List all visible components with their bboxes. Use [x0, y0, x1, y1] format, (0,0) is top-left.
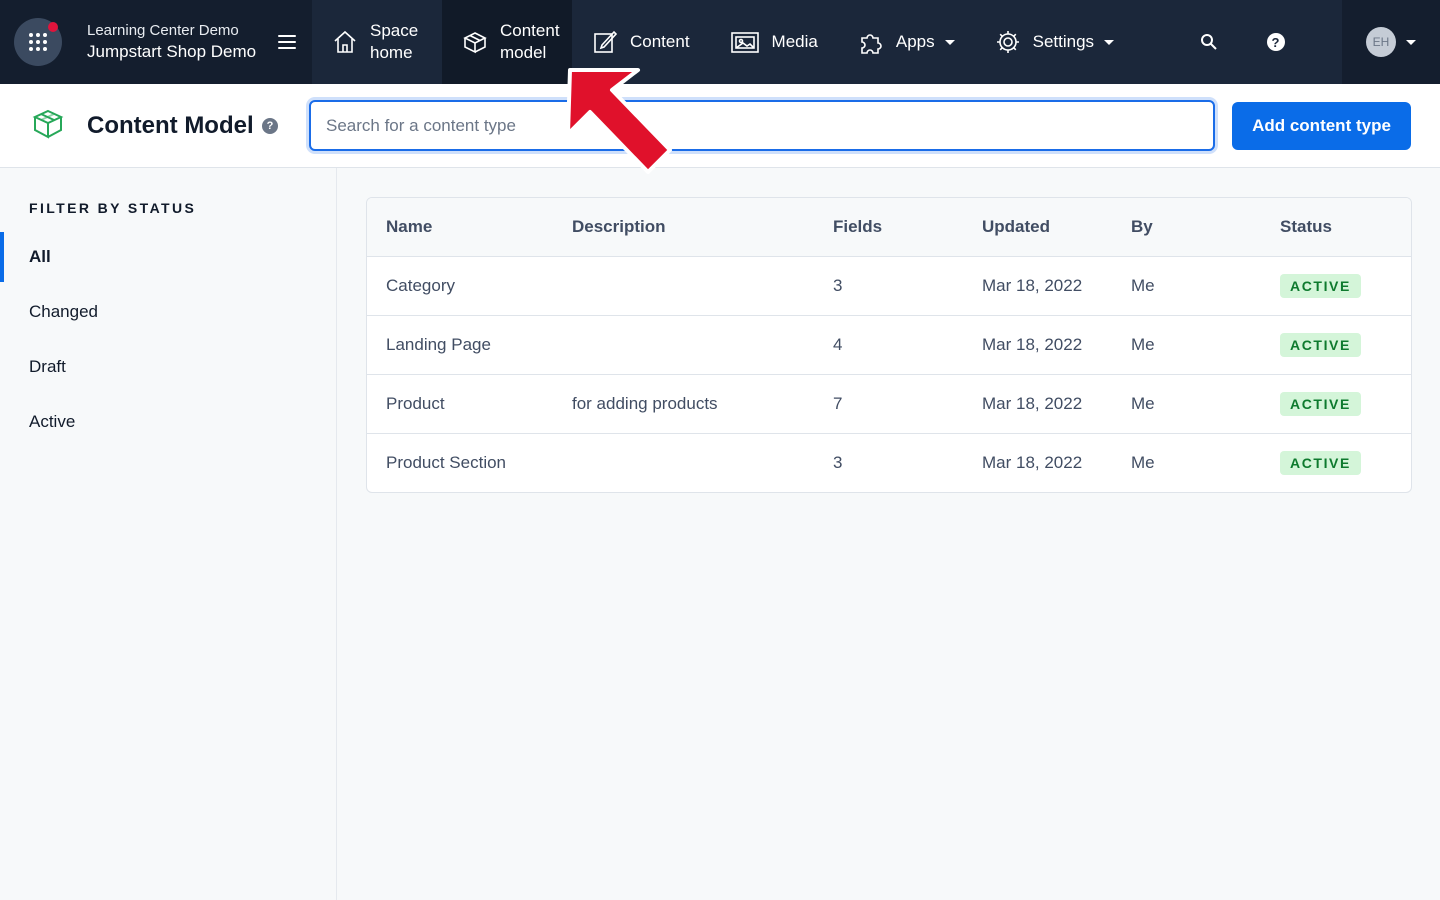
- table-row[interactable]: Product for adding products 7 Mar 18, 20…: [367, 374, 1411, 434]
- cell-fields: 7: [814, 374, 963, 434]
- nav-media[interactable]: Media: [710, 0, 838, 84]
- filter-active[interactable]: Active: [0, 397, 336, 447]
- space-info: Learning Center Demo Jumpstart Shop Demo: [87, 21, 256, 63]
- column-header-fields: Fields: [814, 198, 963, 257]
- help-icon[interactable]: ?: [262, 118, 278, 134]
- filter-draft[interactable]: Draft: [0, 342, 336, 392]
- status-badge: ACTIVE: [1280, 450, 1361, 475]
- space-name: Jumpstart Shop Demo: [87, 42, 257, 61]
- table-row[interactable]: Product Section 3 Mar 18, 2022 Me ACTIVE: [367, 433, 1411, 492]
- annotation-arrow-icon: [566, 68, 672, 174]
- cell-fields: 3: [833, 452, 843, 472]
- chevron-down-icon: [1104, 39, 1115, 45]
- cell-name: Product: [367, 374, 553, 434]
- cell-name: Category: [367, 256, 553, 316]
- cell-updated: Mar 18, 2022: [963, 256, 1112, 316]
- column-header-by: By: [1112, 198, 1261, 257]
- column-header-description: Description: [553, 198, 814, 257]
- table-row[interactable]: Category 3 Mar 18, 2022 Me ACTIVE: [367, 256, 1411, 316]
- cell-updated: Mar 18, 2022: [963, 374, 1112, 434]
- search-button[interactable]: [1175, 0, 1242, 84]
- cell-description: [553, 315, 814, 375]
- cell-by: Me: [1131, 452, 1155, 472]
- status-badge: ACTIVE: [1280, 332, 1361, 357]
- help-button[interactable]: ?: [1242, 0, 1309, 84]
- column-header-name[interactable]: Name: [367, 198, 553, 257]
- nav-apps-label: Apps: [895, 32, 935, 51]
- search-input[interactable]: [309, 100, 1215, 151]
- app-launcher-button[interactable]: [14, 18, 62, 66]
- cell-updated: Mar 18, 2022: [982, 452, 1083, 472]
- cell-name: Landing Page: [367, 315, 553, 375]
- nav-settings[interactable]: Settings: [975, 0, 1134, 84]
- status-badge: ACTIVE: [1280, 273, 1361, 298]
- table-row[interactable]: Landing Page 4 Mar 18, 2022 Me ACTIVE: [367, 315, 1411, 375]
- cell-by: Me: [1112, 374, 1261, 434]
- table-header-row: Name Description Fields Updated By Statu…: [367, 198, 1411, 257]
- filter-heading: FILTER BY STATUS: [29, 200, 197, 216]
- cell-fields: 3: [814, 256, 963, 316]
- nav-settings-label: Settings: [1032, 32, 1095, 51]
- puzzle-icon: [858, 29, 884, 55]
- search-icon: [1200, 34, 1217, 50]
- page-title: Content Model: [87, 112, 254, 139]
- gear-icon: [995, 29, 1021, 55]
- column-header-status: Status: [1261, 198, 1411, 257]
- cell-fields: 4: [814, 315, 963, 375]
- avatar: EH: [1366, 27, 1396, 57]
- nav-media-label: Media: [771, 32, 818, 51]
- cell-by: Me: [1112, 256, 1261, 316]
- nav-content-label: Content: [630, 32, 690, 51]
- edit-document-icon: [592, 29, 618, 55]
- hamburger-menu-icon[interactable]: [278, 35, 296, 53]
- column-header-updated[interactable]: Updated: [963, 198, 1112, 257]
- filter-changed[interactable]: Changed: [0, 287, 336, 337]
- nav-apps[interactable]: Apps: [838, 0, 975, 84]
- nav-space-home-label: Space home: [370, 21, 419, 62]
- status-badge: ACTIVE: [1280, 391, 1361, 416]
- organization-name: Learning Center Demo: [87, 22, 239, 39]
- nav-content-model[interactable]: Content model: [442, 0, 572, 84]
- content-model-cube-icon: [32, 109, 64, 139]
- content-model-header: Content Model ? Add content type: [0, 84, 1440, 168]
- status-filter-sidebar: FILTER BY STATUS All Changed Draft Activ…: [0, 168, 337, 900]
- content-types-table: Name Description Fields Updated By Statu…: [366, 197, 1412, 493]
- nav-space-home[interactable]: Space home: [312, 0, 442, 84]
- cell-description: [553, 256, 814, 316]
- add-content-type-button[interactable]: Add content type: [1232, 102, 1411, 150]
- cell-name: Product Section: [386, 452, 507, 472]
- account-menu[interactable]: EH: [1342, 0, 1440, 84]
- filter-all[interactable]: All: [0, 232, 336, 282]
- cell-by: Me: [1112, 315, 1261, 375]
- grid-icon: [29, 33, 47, 51]
- cell-description: [553, 433, 814, 492]
- chevron-down-icon: [944, 39, 955, 45]
- image-icon: [730, 29, 760, 55]
- cell-description: for adding products: [553, 374, 814, 434]
- notification-dot: [48, 22, 58, 32]
- cell-updated: Mar 18, 2022: [963, 315, 1112, 375]
- cube-icon: [462, 29, 488, 55]
- house-icon: [332, 29, 358, 55]
- question-icon: ?: [1266, 33, 1285, 51]
- nav-content-model-label: Content model: [500, 21, 560, 62]
- chevron-down-icon: [1406, 39, 1416, 45]
- space-switcher[interactable]: Learning Center Demo Jumpstart Shop Demo: [0, 0, 312, 84]
- top-navigation: Learning Center Demo Jumpstart Shop Demo…: [0, 0, 1440, 84]
